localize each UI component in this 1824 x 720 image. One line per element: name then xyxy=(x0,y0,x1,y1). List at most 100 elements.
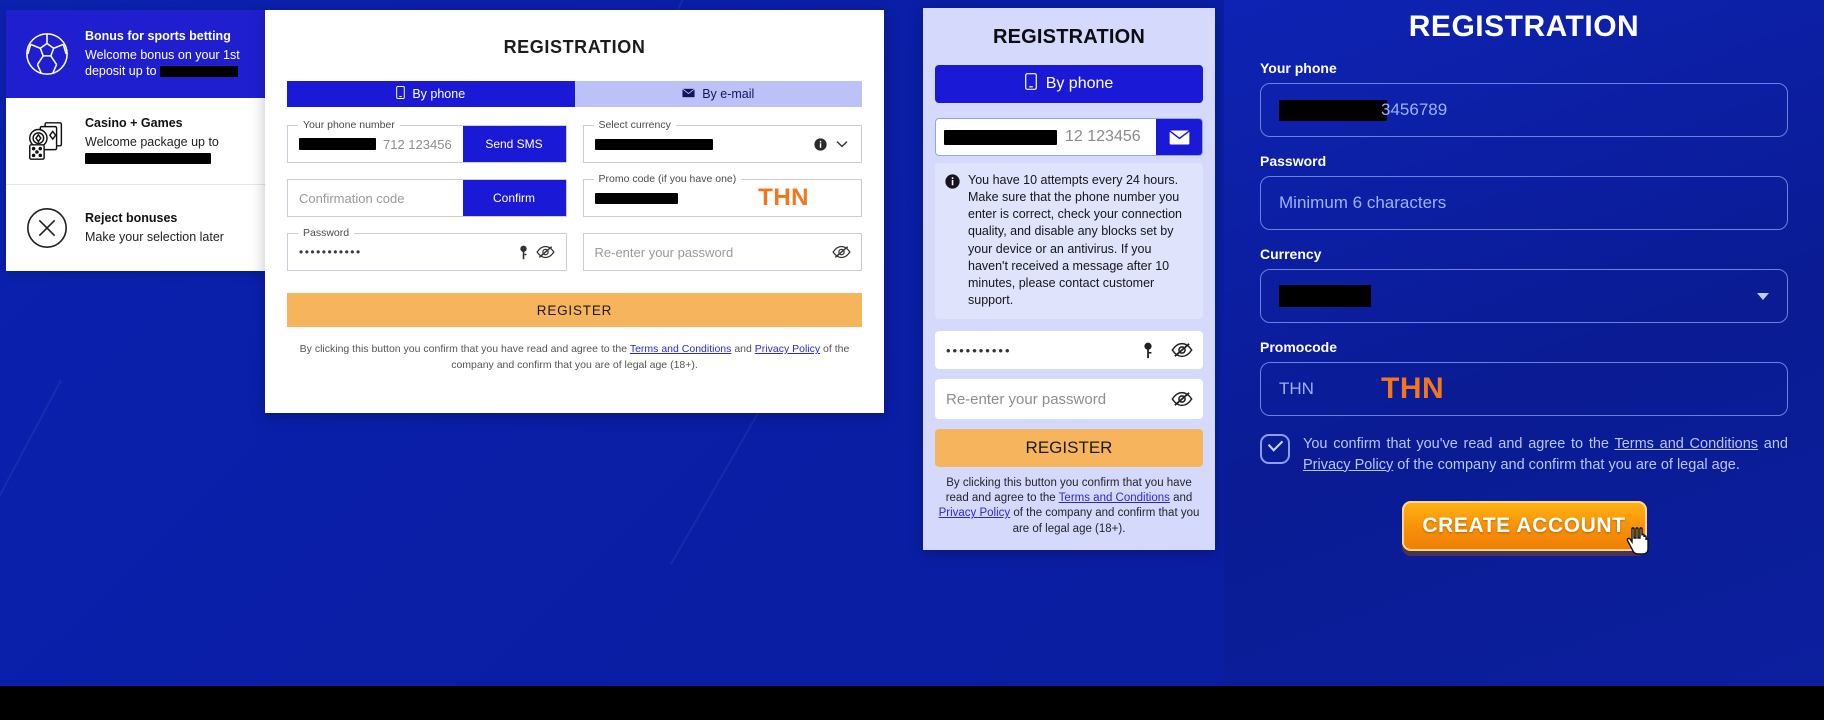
bonus-option-title: Reject bonuses xyxy=(85,211,178,226)
right-promocode-field[interactable]: THN THN xyxy=(1260,362,1788,416)
mobile-info-note: You have 10 attempts every 24 hours. Mak… xyxy=(935,163,1203,319)
bonus-option-title: Bonus for sports betting xyxy=(85,29,231,44)
right-password-label: Password xyxy=(1260,153,1327,169)
mobile-register-button[interactable]: REGISTER xyxy=(935,429,1203,467)
chevron-down-icon[interactable] xyxy=(831,133,853,155)
mobile-phone-field[interactable]: 12 123456 xyxy=(935,118,1203,156)
right-registration-panel: REGISTRATION Your phone 3456789 Password… xyxy=(1224,0,1824,690)
currency-field-value xyxy=(584,138,810,150)
mobile-info-note-text: You have 10 attempts every 24 hours. Mak… xyxy=(968,173,1182,307)
password-field-legend: Password xyxy=(298,227,355,239)
right-terms-part1: You confirm that you've read and agree t… xyxy=(1303,436,1615,452)
bottom-black-bar xyxy=(0,686,1824,720)
pointer-hand-cursor xyxy=(1625,527,1651,557)
mobile-tab-by-phone[interactable]: By phone xyxy=(935,65,1203,103)
chevron-down-icon[interactable] xyxy=(1757,292,1769,300)
bonus-option-title: Casino + Games xyxy=(85,116,183,131)
bonus-subtitle-line2: deposit up to xyxy=(85,63,157,78)
promo-code-value xyxy=(584,192,759,204)
info-circle-icon[interactable] xyxy=(809,133,831,155)
right-phone-value: 3456789 xyxy=(1381,100,1448,119)
tab-by-phone-label: By phone xyxy=(412,87,466,101)
key-icon[interactable] xyxy=(1137,339,1159,361)
bonus-option-sports[interactable]: Bonus for sports betting Welcome bonus o… xyxy=(6,10,265,98)
casino-chips-cards-icon xyxy=(22,116,72,166)
mobile-legal-disclaimer: By clicking this button you confirm that… xyxy=(935,476,1203,537)
redacted-promo-value xyxy=(594,192,678,204)
envelope-icon xyxy=(682,87,696,101)
right-terms-text: You confirm that you've read and agree t… xyxy=(1303,434,1788,475)
terms-link[interactable]: Terms and Conditions xyxy=(630,343,732,355)
password-repeat-field[interactable]: Re-enter your password xyxy=(582,233,862,271)
mobile-send-email-button[interactable] xyxy=(1156,119,1202,155)
promo-badge: THN xyxy=(758,184,809,211)
mobile-terms-link[interactable]: Terms and Conditions xyxy=(1059,492,1170,504)
mobile-password-field[interactable]: •••••••••• xyxy=(935,331,1203,369)
mobile-legal-part2: and xyxy=(1169,492,1193,505)
bonus-option-reject[interactable]: Reject bonuses Make your selection later xyxy=(6,185,265,271)
right-terms-link[interactable]: Terms and Conditions xyxy=(1614,436,1758,452)
eye-off-icon[interactable] xyxy=(535,241,557,263)
right-phone-field[interactable]: 3456789 xyxy=(1260,83,1788,137)
tab-by-email[interactable]: By e-mail xyxy=(574,81,862,107)
mobile-registration-panel: REGISTRATION By phone 12 123456 You have… xyxy=(923,8,1215,550)
mobile-privacy-link[interactable]: Privacy Policy xyxy=(939,507,1011,519)
bonus-option-casino[interactable]: Casino + Games Welcome package up to xyxy=(6,98,265,185)
bonus-option-subtitle: Welcome package up to xyxy=(85,134,251,166)
currency-field[interactable]: Select currency xyxy=(582,119,862,163)
tab-by-phone[interactable]: By phone xyxy=(287,81,575,107)
phone-field[interactable]: Your phone number 712 123456 Send SMS xyxy=(287,119,567,163)
eye-off-icon[interactable] xyxy=(1171,339,1193,361)
promo-code-legend: Promo code (if you have one) xyxy=(593,173,742,185)
mobile-phone-icon xyxy=(1024,73,1037,95)
phone-field-legend: Your phone number xyxy=(298,119,400,131)
reject-x-circle-icon xyxy=(22,203,72,253)
mobile-tab-label: By phone xyxy=(1045,75,1114,92)
bonus-subtitle-line1: Welcome package up to xyxy=(85,134,219,149)
confirmation-code-field[interactable]: Confirmation code Confirm xyxy=(287,179,567,217)
eye-off-icon[interactable] xyxy=(1171,388,1193,410)
right-privacy-link[interactable]: Privacy Policy xyxy=(1303,457,1393,473)
redacted-amount xyxy=(160,66,239,78)
terms-checkbox[interactable] xyxy=(1260,434,1290,464)
currency-field-legend: Select currency xyxy=(593,119,676,131)
screen: Bonus for sports betting Welcome bonus o… xyxy=(0,0,1824,720)
right-password-field[interactable]: Minimum 6 characters xyxy=(1260,176,1788,230)
bonus-subtitle-line1: Welcome bonus on your 1st xyxy=(85,47,240,62)
create-account-label: CREATE ACCOUNT xyxy=(1422,514,1626,538)
mobile-page-title: REGISTRATION xyxy=(992,26,1146,48)
key-icon[interactable] xyxy=(513,241,535,263)
create-account-button[interactable]: CREATE ACCOUNT xyxy=(1401,501,1649,555)
right-terms-part3: of the company and confirm that you are … xyxy=(1393,456,1740,473)
send-sms-button[interactable]: Send SMS xyxy=(462,126,566,162)
legal-disclaimer: By clicking this button you confirm that… xyxy=(297,341,852,374)
checkmark-icon xyxy=(1267,440,1284,458)
password-masked-value: ••••••••••• xyxy=(299,245,362,259)
password-repeat-placeholder: Re-enter your password xyxy=(594,244,734,260)
mobile-phone-placeholder: 12 123456 xyxy=(1065,128,1141,145)
confirm-button[interactable]: Confirm xyxy=(462,180,566,216)
eye-off-icon[interactable] xyxy=(830,241,852,263)
right-password-placeholder: Minimum 6 characters xyxy=(1279,193,1447,212)
right-currency-label: Currency xyxy=(1260,246,1322,262)
redacted-currency-value xyxy=(594,138,713,150)
promo-code-field[interactable]: Promo code (if you have one) THN xyxy=(582,173,862,217)
right-page-title: REGISTRATION xyxy=(1408,10,1640,43)
redacted-country-code xyxy=(299,138,376,150)
mobile-password-masked-value: •••••••••• xyxy=(946,342,1012,358)
registration-form-card: REGISTRATION By phone By e-mail Your pho… xyxy=(265,10,884,413)
phone-field-value: 712 123456 xyxy=(288,137,463,152)
legal-part2: and xyxy=(731,343,755,355)
right-currency-field[interactable] xyxy=(1260,269,1788,323)
mobile-password-repeat-field[interactable]: Re-enter your password xyxy=(935,379,1203,419)
register-button[interactable]: REGISTER xyxy=(287,293,862,327)
confirmation-code-placeholder: Confirmation code xyxy=(299,190,405,206)
redacted-country-code xyxy=(944,129,1057,145)
password-field[interactable]: Password ••••••••••• xyxy=(287,227,567,271)
privacy-link[interactable]: Privacy Policy xyxy=(755,343,820,355)
soccer-ball-icon xyxy=(22,29,72,79)
legal-part1: By clicking this button you confirm that… xyxy=(299,343,630,355)
right-terms-row: You confirm that you've read and agree t… xyxy=(1260,434,1788,475)
redacted-amount xyxy=(85,153,211,165)
mobile-legal-part3: of the company and confirm that you are … xyxy=(1010,507,1200,535)
